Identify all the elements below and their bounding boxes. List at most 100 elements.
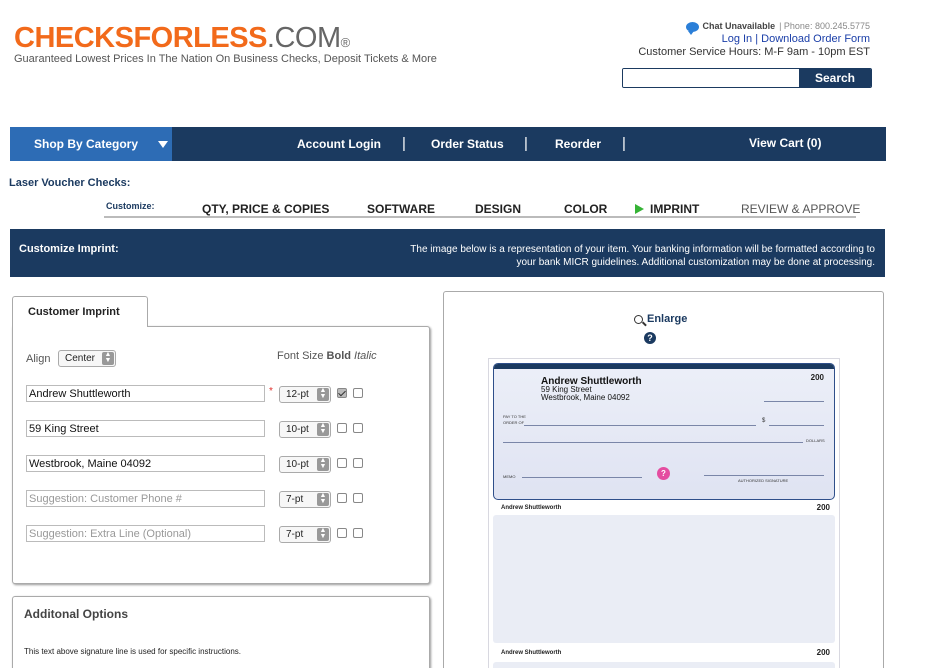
header-links: Log In | Download Order Form <box>638 33 870 46</box>
stub-number: 200 <box>816 648 830 657</box>
site-logo[interactable]: CHECKSFORLESS.COM® <box>14 22 350 55</box>
imprint-line-1-input[interactable]: Andrew Shuttleworth <box>26 385 265 402</box>
payee-line <box>524 425 756 426</box>
service-hours: Customer Service Hours: M-F 9am - 10pm E… <box>638 46 870 58</box>
memo-line <box>522 477 642 478</box>
check-imprint-city: Westbrook, Maine 04092 <box>541 393 630 402</box>
font-size-label: Font Size <box>277 350 324 362</box>
step-design[interactable]: DESIGN <box>475 202 521 216</box>
font-options-header: Font Size Bold Italic <box>277 350 377 362</box>
imprint-line-1-italic-checkbox[interactable] <box>353 388 363 398</box>
imprint-line-4-italic-checkbox[interactable] <box>353 493 363 503</box>
select-arrows-icon: ▲ ▼ <box>317 422 329 436</box>
customize-steps: Customize: QTY, PRICE & COPIES SOFTWARE … <box>104 200 860 218</box>
help-icon[interactable]: ? <box>644 332 656 344</box>
step-color[interactable]: COLOR <box>564 202 607 216</box>
main-nav: Shop By Category Account Login | Order S… <box>10 127 886 161</box>
imprint-line-3-input[interactable]: Westbrook, Maine 04092 <box>26 455 265 472</box>
size-value: 7-pt <box>286 494 304 505</box>
align-select[interactable]: Center ▲ ▼ <box>58 350 116 367</box>
banner-title: Customize Imprint: <box>19 243 119 255</box>
select-arrows-icon: ▲ ▼ <box>317 492 329 506</box>
download-order-form-link[interactable]: Download Order Form <box>761 33 870 45</box>
signature-line <box>704 475 824 476</box>
shop-by-category-button[interactable]: Shop By Category <box>10 127 172 161</box>
logo-suffix: .COM <box>266 22 341 54</box>
imprint-line-4-size[interactable]: 7-pt ▲ ▼ <box>279 491 331 508</box>
imprint-line-3-italic-checkbox[interactable] <box>353 458 363 468</box>
tagline: Guaranteed Lowest Prices In The Nation O… <box>14 53 437 65</box>
magnifier-icon <box>634 314 643 324</box>
pay-to-label: PAY TO THE <box>503 414 526 419</box>
imprint-line-2-input[interactable]: 59 King Street <box>26 420 265 437</box>
check-number: 200 <box>810 373 824 382</box>
additional-options-panel: Additonal Options This text above signat… <box>12 596 430 668</box>
logo-reg: ® <box>340 35 351 50</box>
customize-banner: Customize Imprint: The image below is a … <box>10 229 885 277</box>
check-top-band <box>494 364 834 369</box>
imprint-line-5-italic-checkbox[interactable] <box>353 528 363 538</box>
shop-by-category-label: Shop By Category <box>34 137 139 151</box>
size-value: 10-pt <box>286 424 309 435</box>
align-label: Align <box>26 353 51 365</box>
size-value: 7-pt <box>286 529 304 540</box>
nav-separator: | <box>622 135 626 152</box>
banner-text: The image below is a representation of y… <box>410 244 875 268</box>
imprint-panel: Align Center ▲ ▼ Font Size Bold Italic An… <box>12 326 430 584</box>
imprint-line-4-bold-checkbox[interactable] <box>337 493 347 503</box>
imprint-line-1-bold-checkbox[interactable] <box>337 388 347 398</box>
step-imprint-label: IMPRINT <box>650 202 700 216</box>
select-arrows-icon: ▲ ▼ <box>317 527 329 541</box>
chat-row: Chat Unavailable | Phone: 800.245.5775 <box>638 20 870 35</box>
imprint-line-2-italic-checkbox[interactable] <box>353 423 363 433</box>
nav-reorder[interactable]: Reorder <box>555 137 601 151</box>
imprint-line-2-bold-checkbox[interactable] <box>337 423 347 433</box>
imprint-line-3-size[interactable]: 10-pt ▲ ▼ <box>279 456 331 473</box>
chat-bubble-icon <box>685 21 699 35</box>
nav-account-login[interactable]: Account Login <box>297 137 381 151</box>
written-amount-line <box>503 442 803 443</box>
date-line <box>764 401 824 402</box>
step-review[interactable]: REVIEW & APPROVE <box>741 202 860 216</box>
step-qty[interactable]: QTY, PRICE & COPIES <box>202 202 329 216</box>
stub-name: Andrew Shuttleworth <box>501 650 562 656</box>
check-image: Andrew Shuttleworth 59 King Street Westb… <box>493 363 835 500</box>
select-arrows-icon: ▲ ▼ <box>102 351 114 365</box>
additional-options-title: Additonal Options <box>24 607 128 621</box>
search-input[interactable] <box>623 69 799 87</box>
imprint-line-5-bold-checkbox[interactable] <box>337 528 347 538</box>
caret-down-icon <box>158 140 169 148</box>
stub-number: 200 <box>816 503 830 512</box>
bold-label: Bold <box>326 350 351 362</box>
chat-status: Chat Unavailable <box>702 21 776 31</box>
nav-order-status[interactable]: Order Status <box>431 137 504 151</box>
security-seal-icon: ? <box>657 467 670 480</box>
imprint-line-5-input[interactable]: Suggestion: Extra Line (Optional) <box>26 525 265 542</box>
search-button[interactable]: Search <box>799 69 871 87</box>
enlarge-button[interactable]: Enlarge <box>634 313 687 325</box>
check-imprint-address: 59 King Street Westbrook, Maine 04092 <box>541 386 630 402</box>
imprint-line-3-bold-checkbox[interactable] <box>337 458 347 468</box>
tab-customer-imprint[interactable]: Customer Imprint <box>12 296 148 327</box>
signature-label: AUTHORIZED SIGNATURE <box>738 478 789 483</box>
memo-label: MEMO <box>503 474 516 479</box>
nav-view-cart[interactable]: View Cart (0) <box>749 136 821 150</box>
dollars-label: DOLLARS <box>806 438 825 443</box>
phone-number: | Phone: 800.245.5775 <box>779 21 870 31</box>
step-imprint[interactable]: IMPRINT <box>635 202 699 216</box>
imprint-line-2-size[interactable]: 10-pt ▲ ▼ <box>279 421 331 438</box>
step-software[interactable]: SOFTWARE <box>367 202 435 216</box>
imprint-line-1-size[interactable]: 12-pt ▲ ▼ <box>279 386 331 403</box>
login-link[interactable]: Log In <box>722 33 753 45</box>
size-value: 12-pt <box>286 389 309 400</box>
stub-body <box>493 515 835 643</box>
imprint-line-5-size[interactable]: 7-pt ▲ ▼ <box>279 526 331 543</box>
amount-line <box>769 425 824 426</box>
nav-separator: | <box>402 135 406 152</box>
nav-separator: | <box>524 135 528 152</box>
link-separator: | <box>752 33 762 45</box>
dollar-sign: $ <box>762 418 766 424</box>
stub-name: Andrew Shuttleworth <box>501 505 562 511</box>
size-value: 10-pt <box>286 459 309 470</box>
imprint-line-4-input[interactable]: Suggestion: Customer Phone # <box>26 490 265 507</box>
